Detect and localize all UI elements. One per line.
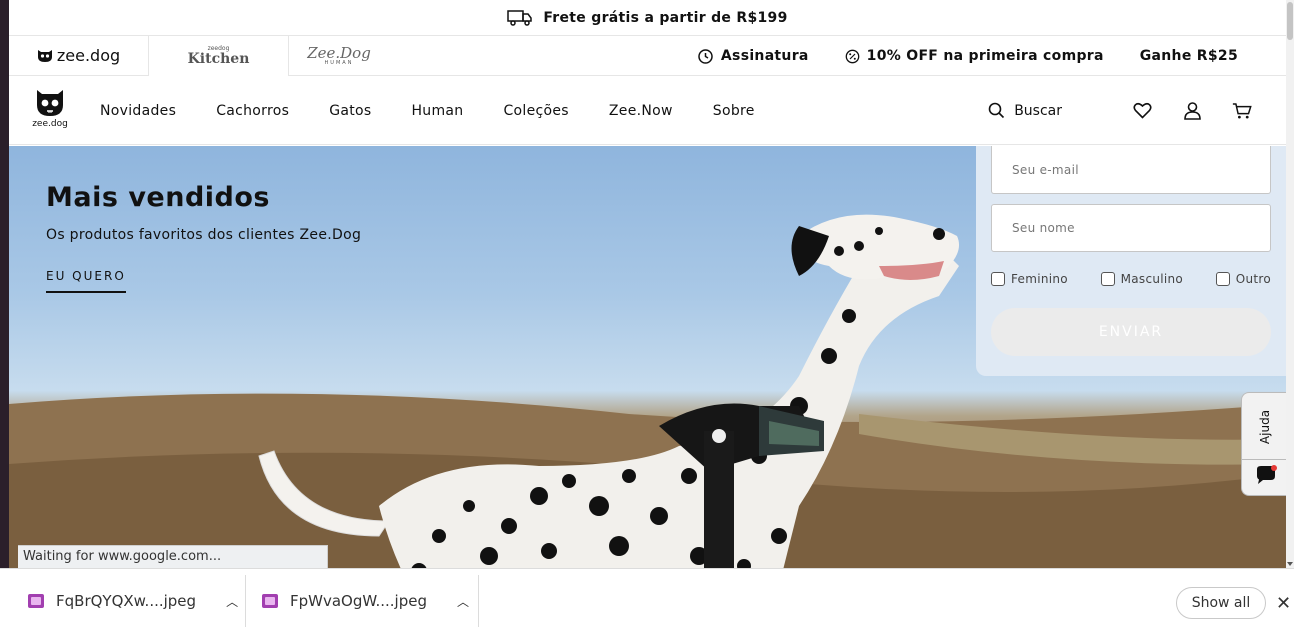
brand-tab-human[interactable]: Zee.Dog HUMAN	[289, 36, 389, 76]
account-button[interactable]	[1182, 101, 1202, 121]
percent-badge-icon	[845, 49, 860, 63]
zeedog-skull-logo-icon	[37, 90, 63, 116]
help-divider	[1242, 459, 1286, 460]
site-logo[interactable]: zee.dog	[32, 88, 68, 129]
notification-dot	[1271, 465, 1277, 471]
image-file-icon	[28, 594, 44, 608]
logo-label: zee.dog	[32, 119, 68, 129]
option-outro[interactable]: Outro	[1215, 272, 1271, 286]
newsletter-form: Seu e-mail Seu nome Feminino Masculino O…	[976, 146, 1286, 376]
download-item-2[interactable]: FpWvaOgW....jpeg ︿	[262, 575, 469, 627]
chat-bubble-icon[interactable]	[1254, 465, 1278, 487]
option-masculino[interactable]: Masculino	[1100, 272, 1184, 286]
browser-status-bar: Waiting for www.google.com...	[18, 545, 328, 568]
heart-icon	[1132, 102, 1152, 119]
nav-item-zee-now[interactable]: Zee.Now	[609, 103, 673, 119]
image-file-icon	[262, 594, 278, 608]
nav-item-novidades[interactable]: Novidades	[100, 103, 176, 119]
scroll-down-arrow-icon[interactable]	[1287, 562, 1293, 566]
brand-tab-kitchen[interactable]: zeedog Kitchen	[149, 35, 289, 76]
hero-text: Mais vendidos Os produtos favoritos dos …	[46, 182, 361, 293]
download-filename-2: FpWvaOgW....jpeg	[290, 592, 427, 610]
chevron-up-icon[interactable]: ︿	[226, 593, 238, 610]
nav-item-gatos[interactable]: Gatos	[329, 103, 371, 119]
search-label: Buscar	[1014, 102, 1062, 119]
brand-zeedog-label: zee.dog	[56, 46, 121, 65]
nav-item-cachorros[interactable]: Cachorros	[216, 103, 289, 119]
help-label: Ajuda	[1258, 409, 1272, 445]
clock-refresh-icon	[698, 48, 713, 64]
brand-kitchen-label: Kitchen	[187, 50, 250, 67]
email-field[interactable]: Seu e-mail	[991, 146, 1271, 194]
option-masculino-label: Masculino	[1120, 272, 1184, 286]
hero-title: Mais vendidos	[46, 182, 270, 213]
scrollbar-thumb[interactable]	[1287, 2, 1293, 40]
discount-label: 10% OFF na primeira compra	[866, 48, 1104, 64]
webpage: Frete grátis a partir de R$199 zee.dog z…	[9, 0, 1286, 568]
earn-label: Ganhe R$25	[1139, 48, 1238, 64]
download-divider	[478, 575, 479, 627]
brand-bar: zee.dog zeedog Kitchen Zee.Dog HUMAN Ass…	[9, 35, 1286, 76]
user-icon	[1183, 101, 1201, 120]
help-widget[interactable]: Ajuda	[1241, 392, 1286, 496]
top-links: Assinatura 10% OFF na primeira compra Ga…	[697, 36, 1238, 76]
submit-button[interactable]: ENVIAR	[991, 308, 1271, 356]
main-nav: zee.dog Novidades Cachorros Gatos Human …	[9, 76, 1286, 145]
download-bar: FqBrQYQXw....jpeg ︿ FpWvaOgW....jpeg ︿ S…	[0, 568, 1294, 627]
search-button[interactable]: Buscar	[988, 102, 1062, 119]
hero-subtitle: Os produtos favoritos dos clientes Zee.D…	[46, 227, 362, 243]
option-feminino[interactable]: Feminino	[991, 272, 1068, 286]
nav-item-human[interactable]: Human	[411, 103, 463, 119]
nav-item-sobre[interactable]: Sobre	[713, 103, 755, 119]
search-icon	[988, 102, 1005, 119]
name-field[interactable]: Seu nome	[991, 204, 1271, 252]
nav-actions: Buscar	[988, 76, 1252, 145]
desktop-edge	[0, 0, 9, 568]
nav-item-colecoes[interactable]: Coleções	[503, 103, 568, 119]
hero-cta-link[interactable]: EU QUERO	[46, 269, 126, 293]
page-scrollbar[interactable]	[1286, 0, 1294, 568]
download-filename-1: FqBrQYQXw....jpeg	[56, 592, 197, 610]
discount-link[interactable]: 10% OFF na primeira compra	[845, 48, 1104, 64]
earn-link[interactable]: Ganhe R$25	[1140, 48, 1238, 64]
brand-human-small: HUMAN	[324, 59, 354, 66]
brand-tab-zeedog[interactable]: zee.dog	[9, 35, 149, 76]
cart-button[interactable]	[1232, 101, 1252, 121]
gender-options: Feminino Masculino Outro	[991, 272, 1271, 286]
checkbox-feminino[interactable]	[991, 272, 1005, 286]
nav-menu: Novidades Cachorros Gatos Human Coleções…	[100, 76, 755, 145]
cart-icon	[1232, 102, 1252, 118]
truck-icon	[507, 9, 533, 26]
checkbox-masculino[interactable]	[1100, 272, 1115, 286]
download-item-1[interactable]: FqBrQYQXw....jpeg ︿	[28, 575, 238, 627]
skull-icon	[37, 49, 52, 62]
promo-text: Frete grátis a partir de R$199	[543, 9, 788, 26]
close-icon[interactable]: ✕	[1276, 593, 1291, 614]
show-all-button[interactable]: Show all	[1176, 587, 1266, 619]
wishlist-button[interactable]	[1132, 101, 1152, 121]
chevron-up-icon[interactable]: ︿	[457, 593, 469, 610]
promo-bar[interactable]: Frete grátis a partir de R$199	[9, 0, 1286, 36]
checkbox-outro[interactable]	[1215, 272, 1230, 286]
option-outro-label: Outro	[1235, 272, 1271, 286]
subscription-link[interactable]: Assinatura	[697, 48, 809, 65]
download-divider	[245, 575, 246, 627]
brand-human-label: Zee.Dog	[307, 43, 371, 62]
option-feminino-label: Feminino	[1011, 272, 1068, 286]
help-tab[interactable]: Ajuda	[1251, 405, 1279, 449]
subscription-label: Assinatura	[720, 48, 809, 64]
